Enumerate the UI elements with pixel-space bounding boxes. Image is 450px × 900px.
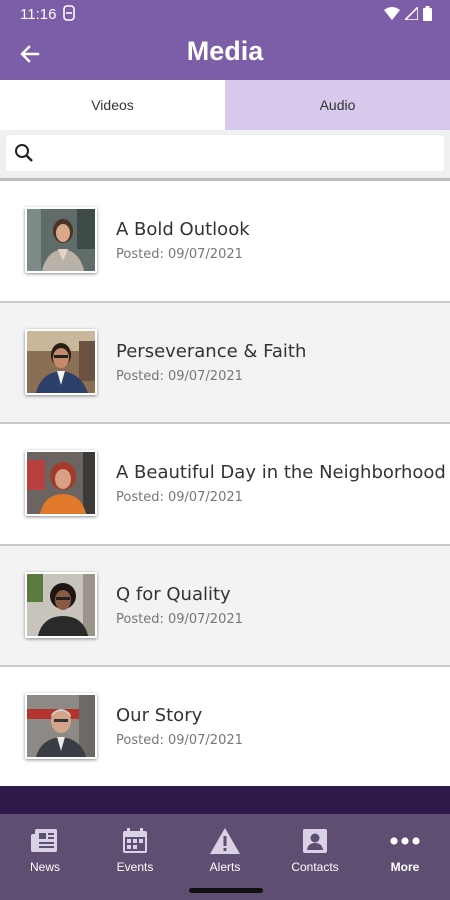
contact-icon [303, 829, 327, 853]
tab-videos[interactable]: Videos [0, 80, 225, 130]
media-list: A Bold Outlook Posted: 09/07/2021 Persev… [0, 181, 450, 789]
search-box[interactable] [6, 135, 444, 171]
search-bar [0, 130, 450, 178]
video-thumbnail [25, 571, 97, 638]
media-item-q-for-quality[interactable]: Q for Quality Posted: 09/07/2021 [0, 545, 450, 667]
page-title: Media [186, 36, 264, 66]
home-indicator[interactable] [189, 888, 263, 893]
media-title: Our Story [116, 705, 203, 726]
media-title: A Bold Outlook [116, 219, 250, 240]
nav-item-news[interactable]: News [0, 814, 90, 900]
media-item-a-beautiful-day[interactable]: A Beautiful Day in the Neighborhood Post… [0, 424, 450, 546]
status-time: 11:16 [20, 6, 57, 23]
nav-label: Events [116, 860, 154, 874]
nav-label: More [390, 860, 420, 874]
media-date: Posted: 09/07/2021 [116, 368, 243, 384]
media-title: Perseverance & Faith [116, 340, 307, 362]
alert-icon [210, 828, 240, 854]
video-thumbnail [25, 450, 97, 516]
media-date: Posted: 09/07/2021 [116, 733, 243, 748]
status-bar: 11:16 [0, 0, 450, 28]
wifi-icon [384, 6, 400, 20]
media-date: Posted: 09/07/2021 [116, 611, 243, 627]
media-date: Posted: 09/07/2021 [116, 247, 243, 262]
newspaper-icon [31, 829, 57, 852]
nav-item-contacts[interactable]: Contacts [270, 814, 360, 900]
video-thumbnail [25, 328, 97, 395]
video-thumbnail [25, 207, 97, 273]
media-item-perseverance-faith[interactable]: Perseverance & Faith Posted: 09/07/2021 [0, 302, 450, 424]
signal-icon [405, 7, 418, 20]
nav-label: News [29, 860, 60, 874]
footer-band [0, 786, 450, 814]
video-thumbnail [25, 693, 97, 759]
nav-item-events[interactable]: Events [90, 814, 180, 900]
media-title: A Beautiful Day in the Neighborhood [116, 462, 446, 483]
more-icon [390, 837, 420, 845]
media-title: Q for Quality [116, 583, 231, 605]
media-item-our-story[interactable]: Our Story Posted: 09/07/2021 [0, 667, 450, 789]
nav-label: Alerts [209, 860, 241, 874]
nav-item-more[interactable]: More [360, 814, 450, 900]
nav-label: Contacts [291, 860, 339, 874]
calendar-icon [123, 828, 147, 853]
search-input[interactable] [42, 141, 432, 165]
media-item-a-bold-outlook[interactable]: A Bold Outlook Posted: 09/07/2021 [0, 181, 450, 303]
battery-icon [423, 6, 432, 21]
media-tabs: Videos Audio [0, 80, 450, 130]
search-icon [15, 144, 33, 162]
notification-app-icon [63, 5, 75, 21]
app-bar: Media [0, 28, 450, 80]
tab-audio[interactable]: Audio [225, 80, 450, 130]
media-date: Posted: 09/07/2021 [116, 490, 243, 505]
